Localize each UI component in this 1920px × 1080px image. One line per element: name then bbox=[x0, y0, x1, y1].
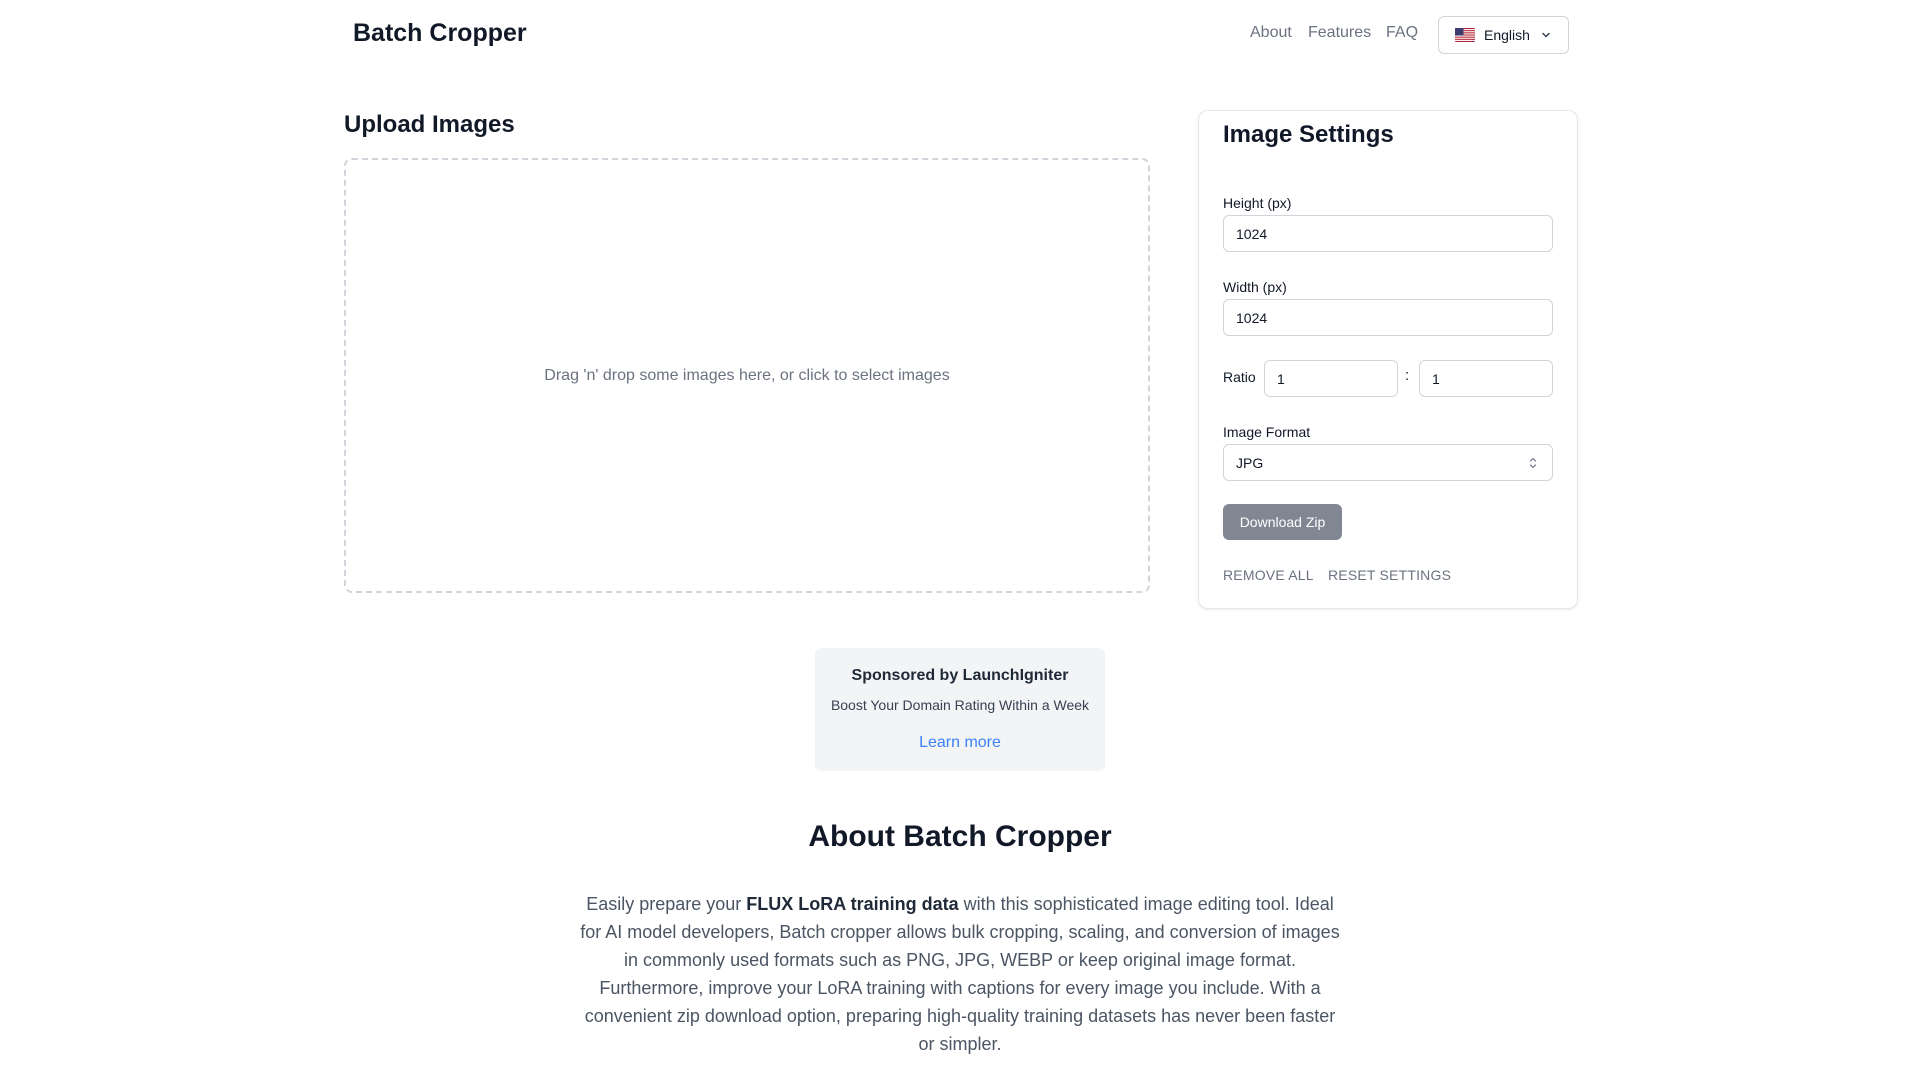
nav-faq[interactable]: FAQ bbox=[1386, 24, 1418, 42]
select-arrows-icon bbox=[1529, 457, 1537, 469]
remove-all-button[interactable]: REMOVE ALL bbox=[1223, 567, 1314, 583]
language-selector[interactable]: English bbox=[1438, 16, 1569, 54]
sponsor-title: Sponsored by LaunchIgniter bbox=[851, 667, 1069, 684]
width-label: Width (px) bbox=[1223, 279, 1287, 295]
width-input[interactable] bbox=[1223, 299, 1553, 336]
chevron-down-icon bbox=[1542, 32, 1550, 38]
about-text-end: with this sophisticated image editing to… bbox=[580, 894, 1340, 1054]
image-settings-panel: Image Settings Height (px) Width (px) Ra… bbox=[1198, 110, 1578, 609]
header: Batch Cropper About Features FAQ English bbox=[0, 0, 1920, 70]
about-title: About Batch Cropper bbox=[808, 820, 1112, 853]
format-select[interactable]: JPG bbox=[1223, 444, 1553, 481]
height-input[interactable] bbox=[1223, 215, 1553, 252]
download-zip-button[interactable]: Download Zip bbox=[1223, 504, 1342, 540]
settings-title: Image Settings bbox=[1223, 121, 1394, 148]
about-text-start: Easily prepare your bbox=[586, 894, 747, 914]
nav-features[interactable]: Features bbox=[1308, 24, 1371, 42]
sponsor-card: Sponsored by LaunchIgniter Boost Your Do… bbox=[815, 648, 1105, 771]
format-value: JPG bbox=[1236, 454, 1264, 471]
image-dropzone[interactable]: Drag 'n' drop some images here, or click… bbox=[344, 158, 1150, 593]
format-label: Image Format bbox=[1223, 424, 1311, 440]
about-description: Easily prepare your FLUX LoRA training d… bbox=[577, 890, 1343, 1058]
ratio-separator: : bbox=[1405, 367, 1410, 384]
ratio-label: Ratio bbox=[1223, 369, 1256, 385]
ratio-right-input[interactable] bbox=[1419, 360, 1553, 397]
ratio-left-input[interactable] bbox=[1264, 360, 1398, 397]
upload-title: Upload Images bbox=[344, 111, 515, 138]
height-label: Height (px) bbox=[1223, 195, 1292, 211]
reset-settings-button[interactable]: RESET SETTINGS bbox=[1328, 567, 1451, 583]
about-text-highlight: FLUX LoRA training data bbox=[746, 894, 959, 914]
dropzone-text: Drag 'n' drop some images here, or click… bbox=[544, 366, 950, 384]
brand-logo[interactable]: Batch Cropper bbox=[353, 19, 527, 48]
sponsor-subtitle: Boost Your Domain Rating Within a Week bbox=[830, 697, 1090, 713]
learn-more-link[interactable]: Learn more bbox=[815, 734, 1105, 752]
us-flag-icon bbox=[1455, 28, 1475, 42]
language-label: English bbox=[1484, 27, 1530, 43]
nav-about[interactable]: About bbox=[1250, 24, 1292, 42]
